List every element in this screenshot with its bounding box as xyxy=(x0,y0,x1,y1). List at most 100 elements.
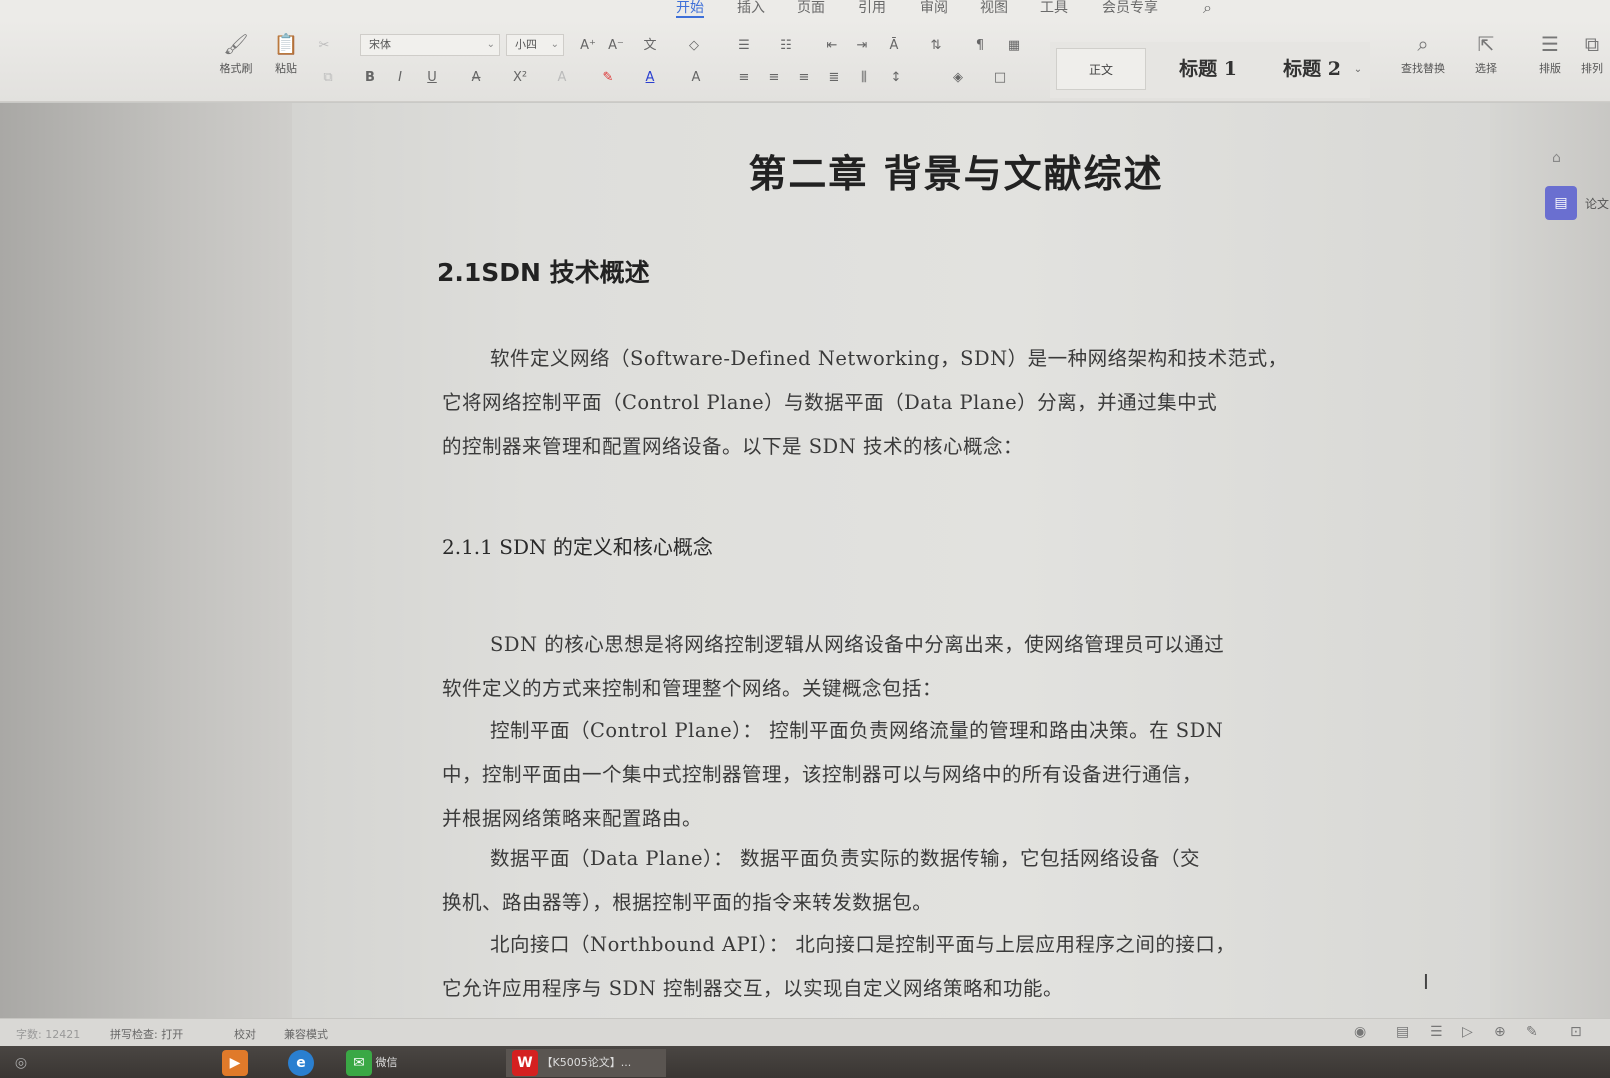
word-count[interactable]: 字数: 12421 xyxy=(16,1026,80,1042)
underline-icon[interactable]: U xyxy=(422,68,442,88)
find-replace-button[interactable]: ⌕ 查找替换 xyxy=(1388,32,1458,76)
text-direction-icon[interactable]: Ā xyxy=(884,36,904,56)
tab-view[interactable]: 视图 xyxy=(980,0,1008,18)
border-icon[interactable]: □ xyxy=(990,68,1010,88)
outline-view-icon[interactable]: ☰ xyxy=(1430,1024,1443,1040)
highlight-icon[interactable]: ✎ xyxy=(598,68,618,88)
document-icon: ▤ xyxy=(1554,195,1568,211)
bold-icon[interactable]: B xyxy=(360,68,380,88)
style-gallery: 正文 标题 1 标题 2 xyxy=(1050,42,1370,98)
text-line: 数据平面（Data Plane）： 数据平面负责实际的数据传输，它包括网络设备（… xyxy=(490,847,1200,870)
tab-page[interactable]: 页面 xyxy=(797,0,825,18)
wechat-button[interactable]: ✉ 微信 xyxy=(346,1049,496,1077)
paragraph-intro: 软件定义网络（Software-Defined Networking，SDN）是… xyxy=(442,337,1362,469)
compat-mode-label: 兼容模式 xyxy=(284,1028,328,1041)
arrange-label: 排列 xyxy=(1581,62,1603,75)
align-left-icon[interactable]: ≡ xyxy=(734,68,754,88)
right-margin xyxy=(1490,103,1610,1018)
text-line: 换机、路由器等），根据控制平面的指令来转发数据包。 xyxy=(442,891,933,914)
tab-insert[interactable]: 插入 xyxy=(737,0,765,18)
bullet-list-icon[interactable]: ☰ xyxy=(734,36,754,56)
start-icon[interactable]: ◎ xyxy=(8,1049,34,1077)
chevron-down-icon[interactable]: ⌄ xyxy=(1348,60,1368,80)
paragraph-data-plane: 数据平面（Data Plane）： 数据平面负责实际的数据传输，它包括网络设备（… xyxy=(442,837,1362,925)
collapse-icon[interactable]: ⌂ xyxy=(1552,150,1561,166)
style-heading-2[interactable]: 标题 2 xyxy=(1264,48,1360,90)
chat-icon: ✉ xyxy=(346,1050,372,1076)
text-effect-icon[interactable]: A xyxy=(552,68,572,88)
play-icon[interactable]: ▷ xyxy=(1462,1024,1473,1040)
page-view-icon[interactable]: ▤ xyxy=(1396,1024,1409,1040)
clear-format-icon[interactable]: ◇ xyxy=(684,36,704,56)
browser-button[interactable]: e xyxy=(288,1049,314,1077)
select-button[interactable]: ⇱ 选择 xyxy=(1462,32,1510,76)
font-name-value: 宋体 xyxy=(369,38,391,51)
layout-label: 排版 xyxy=(1539,62,1561,75)
arrange-button[interactable]: ⧉ 排列 xyxy=(1574,32,1610,76)
copy-icon[interactable]: ⧉ xyxy=(318,68,338,88)
show-marks-icon[interactable]: ¶ xyxy=(970,36,990,56)
eye-icon[interactable]: ◉ xyxy=(1354,1024,1366,1040)
wps-window-label: 【K5005论文】... xyxy=(541,1056,632,1069)
decrease-indent-icon[interactable]: ⇤ xyxy=(822,36,842,56)
shading-icon[interactable]: ◈ xyxy=(948,68,968,88)
tab-member[interactable]: 会员专享 xyxy=(1102,0,1158,18)
tab-home[interactable]: 开始 xyxy=(676,0,704,18)
text-cursor-icon: I xyxy=(1423,970,1429,994)
cut-icon[interactable]: ✂ xyxy=(314,36,334,56)
tab-references[interactable]: 引用 xyxy=(858,0,886,18)
media-player-button[interactable]: ▶ xyxy=(222,1049,248,1077)
align-center-icon[interactable]: ≡ xyxy=(764,68,784,88)
paper-label: 论文 xyxy=(1585,197,1610,211)
search-icon[interactable]: ⌕ xyxy=(1203,0,1212,18)
chevron-down-icon: ⌄ xyxy=(550,39,559,50)
pen-icon[interactable]: ✎ xyxy=(1526,1024,1538,1040)
paragraph-core-idea: SDN 的核心思想是将网络控制逻辑从网络设备中分离出来，使网络管理员可以通过 软… xyxy=(442,623,1362,711)
style-normal[interactable]: 正文 xyxy=(1056,48,1146,90)
format-painter-icon: 🖌 xyxy=(223,32,249,56)
search-icon: ⌕ xyxy=(1417,32,1429,56)
menu-bar: 开始 插入 页面 引用 审阅 视图 工具 会员专享 ⌕ xyxy=(0,0,1610,20)
align-right-icon[interactable]: ≡ xyxy=(794,68,814,88)
numbered-list-icon[interactable]: ☷ xyxy=(776,36,796,56)
char-shading-icon[interactable]: A xyxy=(686,68,706,88)
font-name-select[interactable]: 宋体 ⌄ xyxy=(360,34,500,56)
arrange-icon: ⧉ xyxy=(1584,32,1600,56)
sort-icon[interactable]: ⇅ xyxy=(926,36,946,56)
text-line: 中，控制平面由一个集中式控制器管理，该控制器可以与网络中的所有设备进行通信， xyxy=(442,763,1203,786)
font-color-icon[interactable]: A xyxy=(640,68,660,88)
shrink-font-icon[interactable]: A⁻ xyxy=(606,36,626,56)
tab-tools[interactable]: 工具 xyxy=(1040,0,1068,18)
paragraph-control-plane: 控制平面（Control Plane）： 控制平面负责网络流量的管理和路由决策。… xyxy=(442,709,1362,841)
layout-button[interactable]: ☰ 排版 xyxy=(1526,32,1574,76)
wps-window-button[interactable]: W 【K5005论文】... xyxy=(506,1049,666,1077)
line-spacing-icon[interactable]: ↕ xyxy=(886,68,906,88)
phonetic-icon[interactable]: 文 xyxy=(640,36,660,56)
cursor-icon: ⇱ xyxy=(1477,32,1495,56)
superscript-icon[interactable]: X² xyxy=(510,68,530,88)
fit-page-icon[interactable]: ⊡ xyxy=(1570,1024,1582,1040)
table-grid-icon[interactable]: ▦ xyxy=(1004,36,1024,56)
strikethrough-icon[interactable]: A̶ xyxy=(466,68,486,88)
paper-assistant-button[interactable]: ▤ xyxy=(1545,186,1577,220)
document-page[interactable]: 第二章 背景与文献综述 2.1SDN 技术概述 软件定义网络（Software-… xyxy=(292,103,1490,1018)
font-size-value: 小四 xyxy=(515,38,537,51)
format-painter-button[interactable]: 🖌 格式刷 xyxy=(212,32,260,76)
browser-icon: e xyxy=(288,1050,314,1076)
distribute-icon[interactable]: ⫼ xyxy=(854,68,874,88)
style-heading-1[interactable]: 标题 1 xyxy=(1156,48,1260,90)
proofread-button[interactable]: 校对 xyxy=(234,1026,256,1042)
font-size-select[interactable]: 小四 ⌄ xyxy=(506,34,564,56)
chevron-down-icon: ⌄ xyxy=(486,39,495,50)
increase-indent-icon[interactable]: ⇥ xyxy=(852,36,872,56)
ribbon-toolbar: 🖌 格式刷 📋 粘贴 ✂ ⧉ 宋体 ⌄ 小四 ⌄ A⁺ A⁻ 文 ◇ B I U… xyxy=(0,20,1610,102)
spell-check-toggle[interactable]: 拼写检查: 打开 xyxy=(110,1026,183,1042)
grow-font-icon[interactable]: A⁺ xyxy=(578,36,598,56)
justify-icon[interactable]: ≣ xyxy=(824,68,844,88)
section-heading: 2.1SDN 技术概述 xyxy=(437,258,650,287)
italic-icon[interactable]: I xyxy=(390,68,410,88)
web-view-icon[interactable]: ⊕ xyxy=(1494,1024,1506,1040)
tab-review[interactable]: 审阅 xyxy=(920,0,948,18)
play-icon: ▶ xyxy=(222,1050,248,1076)
paste-button[interactable]: 📋 粘贴 xyxy=(262,32,310,76)
